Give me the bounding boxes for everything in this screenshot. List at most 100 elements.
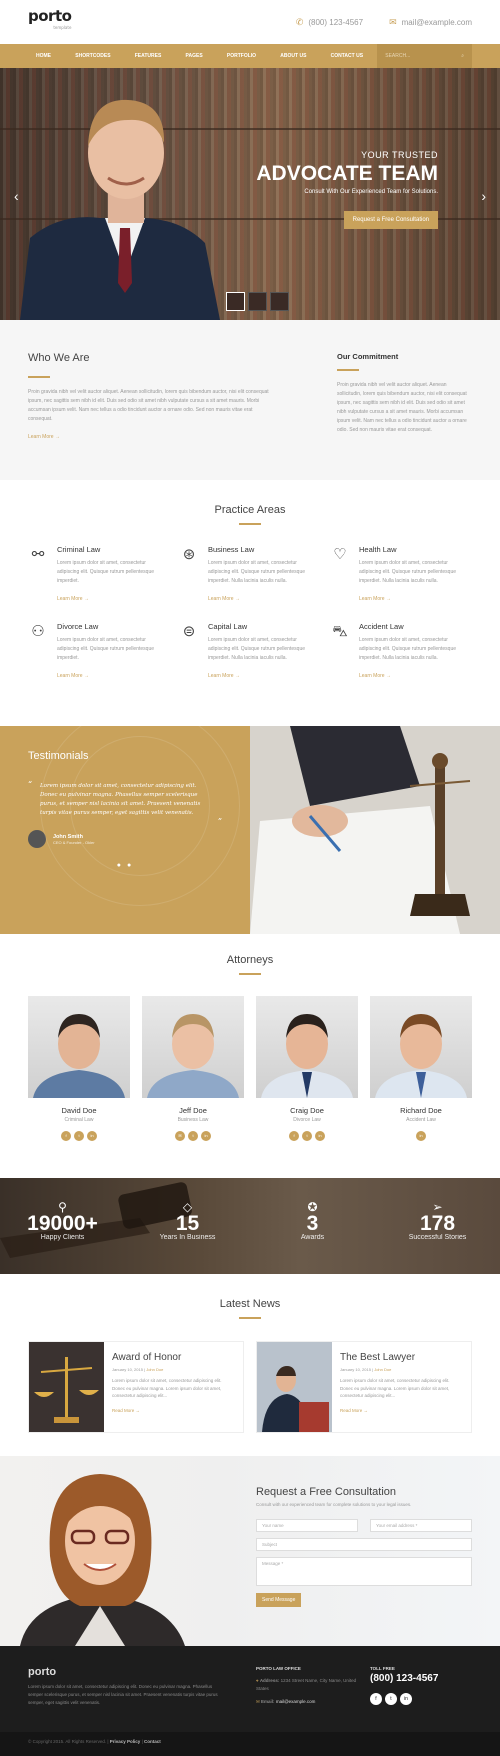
nav-shortcodes[interactable]: SHORTCODES ˅ xyxy=(65,44,124,83)
quote-close-icon: ” xyxy=(217,817,222,826)
news-card[interactable]: The Best Lawyer January 10, 2015 | John … xyxy=(256,1341,472,1433)
nav-about-us[interactable]: ABOUT US ˅ xyxy=(270,44,320,83)
linkedin-icon[interactable]: in xyxy=(416,1131,426,1141)
commitment-text: Proin gravida nibh vel velit auctor aliq… xyxy=(337,382,467,433)
header-email[interactable]: ✉ mail@example.com xyxy=(389,17,472,28)
facebook-icon[interactable]: f xyxy=(370,1693,382,1705)
contact-link[interactable]: Contact xyxy=(144,1739,161,1744)
message-field[interactable]: Message * xyxy=(256,1557,472,1586)
practice-item-title[interactable]: Business Law xyxy=(208,545,318,554)
request-consultation-button[interactable]: Request a Free Consultation xyxy=(343,211,438,229)
who-we-are-section: Who We Are Proin gravida nibh vel velit … xyxy=(0,320,500,480)
title-divider xyxy=(239,1317,261,1319)
attorney-social: in xyxy=(370,1131,472,1141)
send-message-button[interactable]: Send Message xyxy=(256,1593,302,1607)
twitter-icon[interactable]: t xyxy=(385,1693,397,1705)
practice-learn-more-link[interactable]: Learn More → xyxy=(359,673,469,679)
slide-thumbnail[interactable] xyxy=(226,292,245,311)
stats-counters-section: ⚲ 19000+ Happy Clients ◇ 15 Years In Busines… xyxy=(0,1178,500,1274)
practice-learn-more-link[interactable]: Learn More → xyxy=(57,673,167,679)
email-field[interactable]: Your email address * xyxy=(370,1519,472,1532)
news-excerpt: Lorem ipsum dolor sit amet, consectetur … xyxy=(112,1378,222,1398)
latest-news-title: Latest News xyxy=(219,1298,281,1310)
news-read-more-link[interactable]: Read More → xyxy=(112,1408,235,1413)
who-we-are-text: Proin gravida nibh vel velit auctor aliq… xyxy=(28,389,269,422)
practice-item-title[interactable]: Capital Law xyxy=(208,622,318,631)
slide-thumbnail[interactable] xyxy=(270,292,289,311)
consultation-form: Request a Free Consultation Consult with… xyxy=(256,1486,472,1607)
practice-item-health: ♡ Health Law Lorem ipsum dolor sit amet, c… xyxy=(330,545,481,602)
attorney-card[interactable]: Richard Doe Accident Law in xyxy=(370,996,472,1141)
map-pin-icon: ⌖ xyxy=(256,1678,259,1683)
stat-happy-clients: ⚲ 19000+ Happy Clients xyxy=(0,1178,125,1274)
nav-home[interactable]: HOME ˅ xyxy=(28,44,65,83)
attorney-card[interactable]: Jeff Doe Business Law ✉ t in xyxy=(142,996,244,1141)
news-author[interactable]: John Doe xyxy=(146,1367,163,1372)
nav-portfolio[interactable]: PORTFOLIO ˅ xyxy=(217,44,270,83)
linkedin-icon[interactable]: in xyxy=(201,1131,211,1141)
envelope-icon: ✉ xyxy=(389,16,397,27)
facebook-icon[interactable]: f xyxy=(289,1131,299,1141)
logo[interactable]: porto template xyxy=(28,9,72,34)
practice-learn-more-link[interactable]: Learn More → xyxy=(359,596,469,602)
search-input[interactable]: SEARCH... ⌕ xyxy=(377,44,472,68)
nav-pages[interactable]: PAGES ˅ xyxy=(176,44,217,83)
attorney-card[interactable]: Craig Doe Divorce Law f t in xyxy=(256,996,358,1141)
subject-field[interactable]: Subject xyxy=(256,1538,472,1551)
attorney-card[interactable]: David Doe Criminal Law f t in xyxy=(28,996,130,1141)
next-slide-arrow-icon[interactable]: › xyxy=(481,188,486,204)
prev-slide-arrow-icon[interactable]: ‹ xyxy=(14,188,19,204)
top-header: porto template ✆ (800) 123-4567 ✉ mail@exam… xyxy=(0,0,500,44)
email-icon[interactable]: ✉ xyxy=(175,1131,185,1141)
search-icon[interactable]: ⌕ xyxy=(461,53,464,59)
stat-number: 3 xyxy=(306,1212,319,1235)
privacy-policy-link[interactable]: Privacy Policy xyxy=(110,1739,141,1744)
nav-contact-us[interactable]: CONTACT US ˅ xyxy=(321,44,378,83)
practice-learn-more-link[interactable]: Learn More → xyxy=(208,673,318,679)
attorney-name: Craig Doe xyxy=(290,1106,324,1115)
facebook-icon[interactable]: f xyxy=(61,1131,71,1141)
hero-subtitle: Consult With Our Experienced Team for So… xyxy=(304,189,438,195)
practice-learn-more-link[interactable]: Learn More → xyxy=(208,596,318,602)
title-divider xyxy=(28,376,50,378)
family-icon: ⚇ xyxy=(31,623,45,640)
practice-item-title[interactable]: Accident Law xyxy=(359,622,469,631)
phone-icon: ✆ xyxy=(295,16,304,27)
attorney-role: Divorce Law xyxy=(293,1117,321,1123)
practice-item-text: Lorem ipsum dolor sit amet, consectetur … xyxy=(359,637,456,661)
twitter-icon[interactable]: t xyxy=(74,1131,84,1141)
practice-item-title[interactable]: Divorce Law xyxy=(57,622,167,631)
footer-email-link[interactable]: mail@example.com xyxy=(276,1699,316,1704)
footer-office-title: PORTO LAW OFFICE xyxy=(256,1666,301,1671)
practice-item-title[interactable]: Criminal Law xyxy=(57,545,167,554)
name-field[interactable]: Your name xyxy=(256,1519,358,1532)
header-phone[interactable]: ✆ (800) 123-4567 xyxy=(296,17,363,28)
nav-features[interactable]: FEATURES ˅ xyxy=(125,44,176,83)
hero-kicker: YOUR TRUSTED xyxy=(361,150,438,160)
news-read-more-link[interactable]: Read More → xyxy=(340,1408,463,1413)
who-we-are-title: Who We Are xyxy=(28,352,90,364)
twitter-icon[interactable]: t xyxy=(302,1131,312,1141)
news-title[interactable]: Award of Honor xyxy=(112,1352,235,1363)
who-learn-more-link[interactable]: Learn More → xyxy=(28,434,278,440)
title-divider xyxy=(239,523,261,525)
slide-thumbnail[interactable] xyxy=(248,292,267,311)
linkedin-icon[interactable]: in xyxy=(87,1131,97,1141)
search-placeholder: SEARCH... xyxy=(385,53,411,59)
attorney-photo xyxy=(370,996,472,1098)
practice-item-text: Lorem ipsum dolor sit amet, consectetur … xyxy=(208,560,305,584)
news-card[interactable]: Award of Honor January 10, 2015 | John D… xyxy=(28,1341,244,1433)
header-phone-text: (800) 123-4567 xyxy=(308,17,364,27)
practice-item-title[interactable]: Health Law xyxy=(359,545,469,554)
twitter-icon[interactable]: t xyxy=(188,1131,198,1141)
hero-slider: ‹ › YOUR TRUSTED ADVOCATE TEAM Consult W… xyxy=(0,68,500,320)
news-author[interactable]: John Doe xyxy=(374,1367,391,1372)
linkedin-icon[interactable]: in xyxy=(315,1131,325,1141)
attorney-name: David Doe xyxy=(61,1106,97,1115)
stat-label: Years In Business xyxy=(159,1234,216,1241)
news-title[interactable]: The Best Lawyer xyxy=(340,1352,463,1363)
stat-number: 19000+ xyxy=(27,1212,98,1235)
practice-learn-more-link[interactable]: Learn More → xyxy=(57,596,167,602)
linkedin-icon[interactable]: in xyxy=(400,1693,412,1705)
footer-phone[interactable]: (800) 123-4567 xyxy=(370,1673,438,1684)
